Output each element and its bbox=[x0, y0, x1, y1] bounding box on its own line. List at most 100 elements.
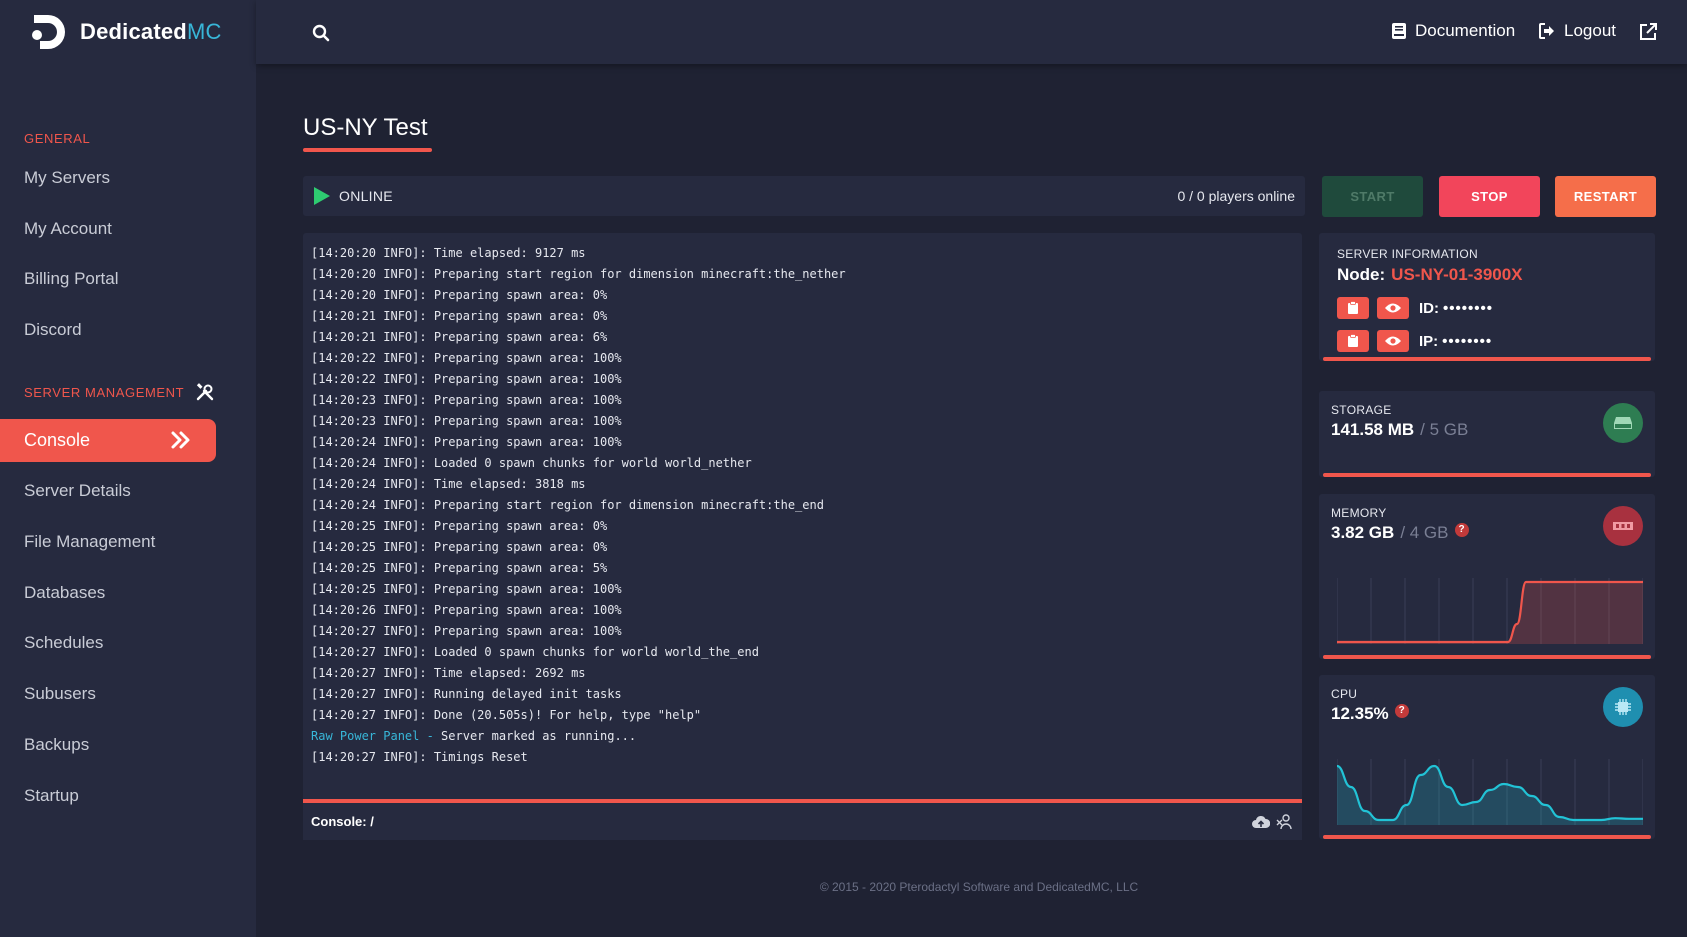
user-lock-icon[interactable] bbox=[1276, 813, 1294, 830]
reveal-id-button[interactable] bbox=[1377, 297, 1409, 319]
brand-logo-icon bbox=[28, 11, 70, 53]
sidebar-item-databases[interactable]: Databases bbox=[0, 571, 216, 614]
node-value: US-NY-01-3900X bbox=[1391, 265, 1523, 284]
copy-ip-button[interactable] bbox=[1337, 330, 1369, 352]
page-title-underline bbox=[303, 148, 432, 152]
storage-used: 141.58 MB bbox=[1331, 420, 1415, 439]
sidebar-item-backups[interactable]: Backups bbox=[0, 723, 216, 766]
external-link-icon[interactable] bbox=[1638, 22, 1658, 42]
console-lines: [14:20:20 INFO]: Time elapsed: 9127 ms [1… bbox=[311, 243, 1294, 726]
console-line: [14:20:27 INFO]: Done (20.505s)! For hel… bbox=[311, 708, 702, 722]
sidebar-item-label: File Management bbox=[24, 531, 156, 551]
start-button[interactable]: START bbox=[1322, 176, 1423, 217]
page-title: US-NY Test bbox=[303, 114, 428, 141]
server-ip-row: IP: •••••••• bbox=[1337, 330, 1492, 352]
console-line: [14:20:24 INFO]: Time elapsed: 3818 ms bbox=[311, 477, 586, 491]
chart-area bbox=[1337, 766, 1643, 825]
sidebar-item-subusers[interactable]: Subusers bbox=[0, 672, 216, 715]
memory-help-icon[interactable]: ? bbox=[1454, 522, 1469, 537]
sidebar-item-server-details[interactable]: Server Details bbox=[0, 469, 216, 512]
sidebar-item-label: Schedules bbox=[24, 632, 104, 652]
section-label-text: SERVER MANAGEMENT bbox=[24, 384, 185, 400]
cpu-help-icon[interactable]: ? bbox=[1394, 703, 1409, 718]
section-label-general: GENERAL bbox=[24, 131, 91, 146]
console-line: [14:20:26 INFO]: Preparing spawn area: 1… bbox=[311, 603, 622, 617]
memory-used: 3.82 GB bbox=[1331, 523, 1395, 542]
console-input-bar: Console: / bbox=[303, 803, 1302, 840]
console-line: [14:20:20 INFO]: Time elapsed: 9127 ms bbox=[311, 246, 586, 260]
sidebar-item-discord[interactable]: Discord bbox=[0, 308, 216, 351]
server-status: ONLINE bbox=[339, 188, 393, 204]
logout-link[interactable]: Logout bbox=[1538, 21, 1616, 41]
brand[interactable]: DedicatedMC bbox=[28, 12, 222, 52]
sidebar-item-label: My Account bbox=[24, 218, 112, 238]
sidebar-item-my-servers[interactable]: My Servers bbox=[0, 156, 216, 199]
node-key: Node: bbox=[1337, 265, 1386, 284]
sidebar-item-my-account[interactable]: My Account bbox=[0, 207, 216, 250]
storage-label: STORAGE bbox=[1331, 403, 1392, 417]
footer-copyright: © 2015 - 2020 Pterodactyl Software and D… bbox=[819, 880, 1139, 894]
cpu-usage-chart bbox=[1337, 759, 1643, 825]
sidebar-item-label: Subusers bbox=[24, 683, 96, 703]
console-line: [14:20:22 INFO]: Preparing spawn area: 1… bbox=[311, 351, 622, 365]
sidebar-item-startup[interactable]: Startup bbox=[0, 774, 216, 817]
eye-icon bbox=[1385, 336, 1401, 346]
players-online: 0 / 0 players online bbox=[1177, 188, 1295, 204]
panel-prefix: Raw Power Panel - bbox=[311, 729, 434, 743]
console-line: [14:20:24 INFO]: Loaded 0 spawn chunks f… bbox=[311, 456, 752, 470]
sidebar-item-schedules[interactable]: Schedules bbox=[0, 621, 216, 664]
memory-value: 3.82 GB / 4 GB ? bbox=[1331, 522, 1469, 543]
card-accent bbox=[1323, 357, 1651, 361]
sidebar-item-file-management[interactable]: File Management bbox=[0, 520, 216, 563]
sidebar-item-label: Startup bbox=[24, 785, 79, 805]
console-output[interactable]: [14:20:20 INFO]: Time elapsed: 9127 ms [1… bbox=[303, 233, 1302, 801]
eye-icon bbox=[1385, 303, 1401, 313]
console-line: [14:20:23 INFO]: Preparing spawn area: 1… bbox=[311, 414, 622, 428]
console-command-input[interactable] bbox=[379, 809, 1252, 834]
documentation-link[interactable]: Documention bbox=[1391, 21, 1515, 41]
clipboard-icon bbox=[1348, 301, 1358, 314]
search-icon[interactable] bbox=[312, 24, 330, 42]
clipboard-icon bbox=[1348, 334, 1358, 347]
play-icon bbox=[314, 187, 330, 205]
tools-icon bbox=[197, 383, 214, 401]
sidebar-item-label: Backups bbox=[24, 734, 90, 754]
console-line: [14:20:25 INFO]: Preparing spawn area: 5… bbox=[311, 561, 608, 575]
ip-key: IP: bbox=[1419, 332, 1439, 350]
server-status-bar: ONLINE 0 / 0 players online bbox=[303, 176, 1305, 216]
console-line: [14:20:27 INFO]: Loaded 0 spawn chunks f… bbox=[311, 645, 759, 659]
memory-label: MEMORY bbox=[1331, 506, 1387, 520]
sidebar-item-label: Databases bbox=[24, 582, 106, 602]
stop-button[interactable]: STOP bbox=[1439, 176, 1540, 217]
memory-icon bbox=[1603, 506, 1643, 546]
server-id-row: ID: •••••••• bbox=[1337, 297, 1493, 319]
memory-total: / 4 GB bbox=[1400, 523, 1449, 542]
panel-message: Server marked as running... bbox=[433, 729, 637, 743]
console-line: [14:20:27 INFO]: Time elapsed: 2692 ms bbox=[311, 666, 586, 680]
storage-total: / 5 GB bbox=[1420, 420, 1469, 439]
console-line: [14:20:21 INFO]: Preparing spawn area: 0… bbox=[311, 309, 608, 323]
sidebar-item-label: My Servers bbox=[24, 167, 110, 187]
chevron-double-right-icon bbox=[171, 431, 190, 449]
server-information-card: SERVER INFORMATION Node: US-NY-01-3900X … bbox=[1319, 233, 1655, 361]
sidebar-item-billing-portal[interactable]: Billing Portal bbox=[0, 257, 216, 300]
console-line: [14:20:20 INFO]: Preparing start region … bbox=[311, 267, 846, 281]
reveal-ip-button[interactable] bbox=[1377, 330, 1409, 352]
console-line: [14:20:21 INFO]: Preparing spawn area: 6… bbox=[311, 330, 608, 344]
cpu-icon bbox=[1603, 687, 1643, 727]
cpu-card: CPU 12.35% ? bbox=[1319, 675, 1655, 839]
logout-label: Logout bbox=[1564, 21, 1616, 40]
sidebar: DedicatedMC GENERAL My Servers My Accoun… bbox=[0, 0, 256, 937]
hdd-icon bbox=[1603, 403, 1643, 443]
copy-id-button[interactable] bbox=[1337, 297, 1369, 319]
topbar: Documention Logout bbox=[256, 0, 1687, 64]
console-line: [14:20:25 INFO]: Preparing spawn area: 1… bbox=[311, 582, 622, 596]
brand-name: DedicatedMC bbox=[80, 19, 222, 44]
server-information-label: SERVER INFORMATION bbox=[1337, 247, 1478, 261]
memory-usage-chart bbox=[1337, 578, 1643, 644]
sidebar-item-console[interactable]: Console bbox=[0, 419, 216, 462]
card-accent bbox=[1323, 655, 1651, 659]
console-line: [14:20:24 INFO]: Preparing spawn area: 1… bbox=[311, 435, 622, 449]
cloud-upload-icon[interactable] bbox=[1252, 814, 1270, 830]
restart-button[interactable]: RESTART bbox=[1555, 176, 1656, 217]
